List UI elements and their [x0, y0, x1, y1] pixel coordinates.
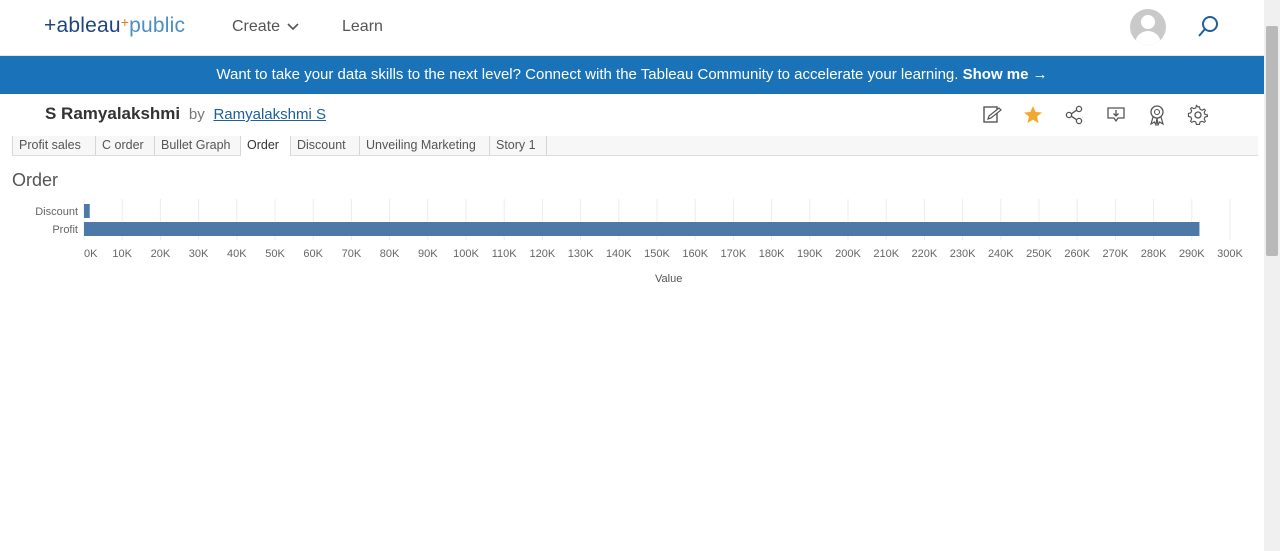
search-icon[interactable]	[1196, 15, 1220, 39]
avatar-head-shape	[1141, 15, 1155, 29]
x-tick-label: 260K	[1064, 248, 1090, 260]
x-tick-label: 300K	[1217, 248, 1243, 260]
x-tick-label: 50K	[265, 248, 285, 260]
tableau-public-logo[interactable]: +ableau+public	[44, 14, 185, 38]
tab-story-1[interactable]: Story 1	[490, 136, 547, 155]
banner-show-me-link[interactable]: Show me →	[963, 66, 1048, 83]
x-tick-label: 10K	[112, 248, 132, 260]
chart-title: Order	[12, 170, 59, 190]
user-avatar[interactable]	[1130, 9, 1166, 45]
logo-text-right: public	[129, 14, 186, 37]
promo-banner: Want to take your data skills to the nex…	[0, 56, 1264, 94]
tab-unveiling-marketing[interactable]: Unveiling Marketing	[360, 136, 490, 155]
x-tick-label: 170K	[721, 248, 747, 260]
x-tick-label: 220K	[912, 248, 938, 260]
download-icon[interactable]	[1105, 104, 1127, 126]
viz-toolbar	[0, 104, 1264, 126]
chevron-down-icon	[287, 23, 300, 30]
x-tick-label: 110K	[492, 248, 518, 260]
sheet-tabs: Profit sales C order Bullet Graph Order …	[12, 136, 1258, 156]
nav-create-menu[interactable]: Create	[232, 18, 300, 36]
category-label: Discount	[35, 206, 78, 218]
category-label: Profit	[52, 224, 78, 236]
x-tick-label: 290K	[1179, 248, 1205, 260]
x-tick-label: 270K	[1103, 248, 1129, 260]
logo-text-left: +ableau	[44, 14, 121, 37]
x-tick-label: 210K	[873, 248, 899, 260]
x-tick-label: 90K	[418, 248, 438, 260]
x-tick-label: 200K	[835, 248, 861, 260]
x-tick-label: 160K	[682, 248, 708, 260]
banner-text: Want to take your data skills to the nex…	[216, 66, 959, 83]
x-tick-label: 280K	[1141, 248, 1167, 260]
nav-create-label: Create	[232, 18, 281, 35]
x-tick-label: 230K	[950, 248, 976, 260]
x-axis-title: Value	[655, 273, 683, 285]
x-tick-label: 60K	[303, 248, 323, 260]
x-tick-label: 130K	[568, 248, 594, 260]
nav-learn-link[interactable]: Learn	[342, 18, 383, 36]
logo-text-mid: +	[120, 14, 130, 30]
x-tick-label: 240K	[988, 248, 1014, 260]
x-tick-label: 0K	[84, 248, 98, 260]
x-tick-label: 150K	[644, 248, 670, 260]
tab-bullet-graph[interactable]: Bullet Graph	[155, 136, 241, 155]
avatar-body-shape	[1135, 31, 1161, 45]
top-navigation: +ableau+public Create Learn	[0, 0, 1264, 56]
x-tick-label: 100K	[453, 248, 479, 260]
page: +ableau+public Create Learn Want to take…	[0, 0, 1280, 551]
award-icon[interactable]	[1146, 104, 1168, 126]
x-tick-label: 80K	[380, 248, 400, 260]
bar-profit	[84, 222, 1200, 236]
tab-c-order[interactable]: C order	[96, 136, 155, 155]
x-tick-label: 250K	[1026, 248, 1052, 260]
x-tick-label: 180K	[759, 248, 785, 260]
bar-discount	[84, 204, 90, 218]
scrollbar-thumb[interactable]	[1266, 26, 1278, 256]
x-tick-label: 30K	[189, 248, 209, 260]
x-tick-label: 70K	[342, 248, 362, 260]
x-tick-label: 140K	[606, 248, 632, 260]
tab-profit-sales[interactable]: Profit sales	[12, 136, 96, 155]
tab-order[interactable]: Order	[241, 136, 291, 156]
x-tick-label: 40K	[227, 248, 247, 260]
edit-icon[interactable]	[981, 104, 1003, 126]
x-tick-label: 190K	[797, 248, 823, 260]
settings-icon[interactable]	[1187, 104, 1209, 126]
x-tick-label: 120K	[530, 248, 556, 260]
bar-chart: Discount Profit 0K 10K 20K 30K 40K 50K 60K 70K 80K…	[35, 199, 1244, 260]
tab-discount[interactable]: Discount	[291, 136, 360, 155]
favorite-star-icon[interactable]	[1022, 104, 1044, 126]
share-icon[interactable]	[1063, 104, 1085, 126]
x-tick-label: 20K	[151, 248, 171, 260]
vertical-scrollbar[interactable]	[1264, 0, 1280, 551]
